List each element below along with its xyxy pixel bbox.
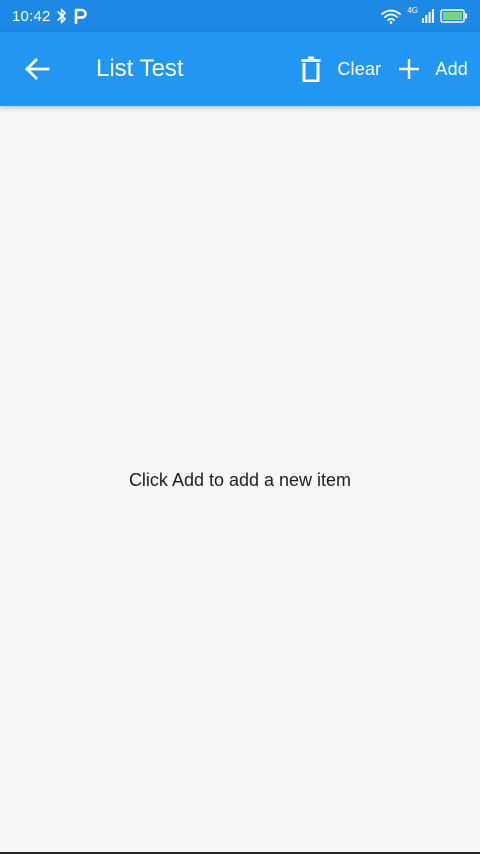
app-bar-actions: Clear Add [301, 32, 480, 106]
network-type-label: 4G [407, 6, 418, 15]
status-time: 10:42 [12, 7, 51, 25]
signal-icon [422, 9, 434, 23]
p-app-icon [73, 8, 87, 24]
app-bar: List Test Clear Add [0, 32, 480, 106]
list-content: Click Add to add a new item [0, 106, 480, 854]
screen: 10:42 4G List Test Clear Add Click Add t… [0, 0, 480, 854]
add-button[interactable]: Add [399, 32, 468, 106]
back-button[interactable] [0, 32, 74, 106]
trash-icon [301, 56, 321, 82]
battery-icon [440, 9, 468, 23]
status-bar: 10:42 4G [0, 0, 480, 32]
arrow-left-icon [24, 57, 50, 81]
clear-button-label: Clear [337, 58, 382, 79]
plus-icon [399, 59, 420, 79]
add-button-label: Add [435, 58, 468, 79]
clear-button[interactable]: Clear [301, 32, 381, 106]
status-right: 4G [381, 6, 468, 24]
bluetooth-icon [56, 8, 67, 24]
wifi-icon [381, 9, 402, 24]
status-left: 10:42 [12, 8, 87, 25]
page-title: List Test [96, 55, 184, 82]
empty-state-message: Click Add to add a new item [128, 469, 352, 490]
